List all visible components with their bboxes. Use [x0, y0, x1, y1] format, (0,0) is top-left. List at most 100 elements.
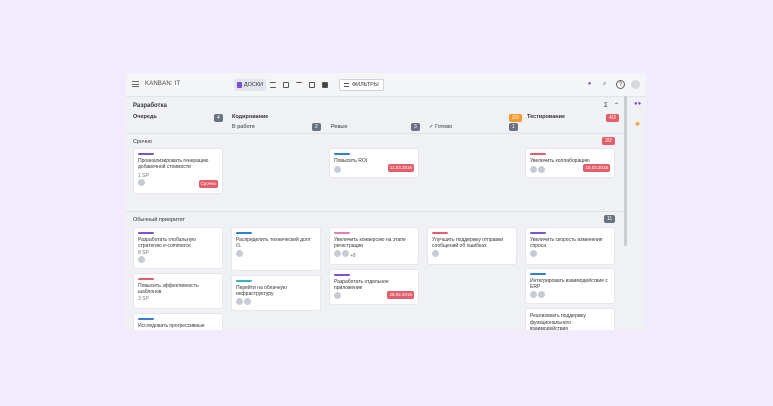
- notifications-icon[interactable]: ●: [585, 80, 594, 89]
- column-count: 4: [214, 114, 223, 122]
- avatar: [138, 256, 145, 263]
- list-icon: [270, 82, 276, 88]
- card-color-bar: [138, 232, 154, 234]
- story-points: 3 SP: [138, 295, 149, 302]
- task-card[interactable]: Реализовать поддержку функционального вз…: [526, 309, 614, 330]
- column-queue: Очередь: [133, 114, 157, 120]
- avatar: [334, 249, 341, 257]
- task-card[interactable]: Проанализировать генерацию добавочной ст…: [134, 149, 222, 193]
- card-color-bar: [530, 273, 546, 275]
- add-view-button[interactable]: [320, 79, 330, 91]
- column-coding: Кодирование: [232, 114, 269, 120]
- avatar: [342, 249, 349, 257]
- search-icon[interactable]: ⌕: [600, 80, 609, 89]
- column-count: 2: [312, 123, 321, 131]
- task-card[interactable]: Увеличить скорость изменения спроса: [526, 228, 614, 264]
- avatar: [530, 249, 537, 257]
- card-title: Распределить технический долг: [236, 236, 311, 243]
- task-card[interactable]: Распределить технический долг 8L: [232, 228, 320, 270]
- task-card[interactable]: Улучшить поддержку отправки сообщений об…: [428, 228, 516, 264]
- list-view-button[interactable]: [268, 79, 278, 91]
- lane-limit: 3/2: [602, 137, 615, 145]
- card-title: Разработать отдельное приложение: [334, 278, 389, 292]
- card-title: Увеличить скорость изменения спроса: [530, 236, 603, 250]
- card-color-bar: [236, 280, 252, 282]
- gantt-icon: [296, 82, 302, 88]
- task-card[interactable]: Перейти на облачную инфраструктуру: [232, 276, 320, 310]
- card-color-bar: [334, 274, 350, 276]
- card-title: Перейти на облачную инфраструктуру: [236, 284, 287, 298]
- group-title: Разработка: [133, 103, 167, 109]
- avatar: [334, 291, 341, 299]
- card-color-bar: [432, 232, 448, 234]
- avatar: [530, 290, 537, 298]
- team-icon[interactable]: ●●: [634, 101, 641, 107]
- card-title: Увеличить конверсию на этапе регистрации: [334, 236, 406, 250]
- avatar[interactable]: [631, 80, 640, 89]
- story-points: 8 SP: [138, 249, 149, 256]
- card-color-bar: [138, 278, 154, 280]
- card-title: Реализовать поддержку функционального вз…: [530, 313, 586, 330]
- card-title: Разработать глобальную стратегию e-comme…: [138, 236, 197, 250]
- urgent-badge: Срочно: [198, 179, 218, 188]
- card-color-bar: [530, 153, 546, 155]
- avatar: [538, 166, 545, 173]
- boards-label: ДОСКИ: [243, 82, 263, 88]
- due-date-badge: 28.02.2016: [387, 290, 414, 299]
- task-card[interactable]: Разработать глобальную стратегию e-comme…: [134, 228, 222, 268]
- more-avatars-count: +8: [350, 252, 356, 259]
- collapse-group-icon[interactable]: ⌃: [614, 102, 619, 109]
- page-title: KANBAN: IT: [145, 81, 181, 87]
- help-icon[interactable]: ?: [616, 80, 625, 89]
- column-limit: 4/3: [606, 114, 619, 122]
- divider: [126, 133, 624, 134]
- card-color-bar: [236, 232, 252, 234]
- task-card[interactable]: Увеличить коллаборацию 18.03.2016: [526, 149, 614, 177]
- table-icon: [283, 82, 289, 88]
- table-view-button[interactable]: [281, 79, 291, 91]
- gantt-view-button[interactable]: [294, 79, 304, 91]
- settings-icon[interactable]: ✺: [635, 121, 640, 128]
- card-color-bar: [334, 232, 350, 234]
- card-title: Проанализировать генерацию добавочной ст…: [138, 157, 209, 171]
- story-points: 8L: [236, 243, 242, 249]
- task-card[interactable]: Увеличить конверсию на этапе регистрации…: [330, 228, 418, 264]
- avatar: [530, 166, 537, 173]
- calendar-view-button[interactable]: [307, 79, 317, 91]
- board-scrollbar[interactable]: [624, 96, 627, 246]
- task-card[interactable]: Повысить эффективность шаблонов 3 SP: [134, 274, 222, 308]
- kanban-app: KANBAN: IT ДОСКИ ФИЛЬТРЫ ● ⌕ ? Разработк…: [126, 73, 646, 330]
- avatar: [538, 290, 545, 298]
- column-review: Ревью: [331, 124, 348, 130]
- lane-count: 11: [604, 215, 616, 223]
- filters-label: ФИЛЬТРЫ: [352, 82, 379, 88]
- due-date-badge: 18.03.2016: [583, 163, 610, 172]
- avatar: [334, 166, 341, 173]
- card-title: Исследовать прогрессивные: [138, 322, 205, 329]
- sum-icon[interactable]: Σ: [604, 103, 608, 109]
- card-color-bar: [334, 153, 350, 155]
- story-points: 1 SP: [138, 172, 149, 179]
- boards-view-button[interactable]: ДОСКИ: [234, 79, 266, 91]
- column-count: 1: [509, 123, 518, 131]
- task-card[interactable]: Исследовать прогрессивные: [134, 314, 222, 330]
- card-color-bar: [138, 318, 154, 320]
- divider: [126, 211, 624, 212]
- task-card[interactable]: Повысить ROI 11.03.2016: [330, 149, 418, 177]
- task-card[interactable]: Интегрировать взаимодействие с ERP: [526, 269, 614, 303]
- task-card[interactable]: Разработать отдельное приложение 28.02.20…: [330, 270, 418, 304]
- board-area: Разработка Σ ⌃ Очередь 4 Кодирование В р…: [126, 97, 646, 330]
- lane-normal: Обычный приоритет: [133, 217, 185, 223]
- avatar: [236, 249, 243, 257]
- calendar-icon: [309, 82, 315, 88]
- board-icon: [237, 82, 242, 88]
- card-color-bar: [138, 153, 154, 155]
- menu-icon[interactable]: [132, 81, 139, 87]
- avatar: [432, 249, 439, 257]
- avatar: [236, 297, 243, 305]
- lane-urgent: Срочно: [133, 139, 152, 145]
- due-date-badge: 11.03.2016: [387, 163, 414, 172]
- avatar: [244, 297, 251, 305]
- card-color-bar: [530, 232, 546, 234]
- filters-button[interactable]: ФИЛЬТРЫ: [339, 79, 384, 91]
